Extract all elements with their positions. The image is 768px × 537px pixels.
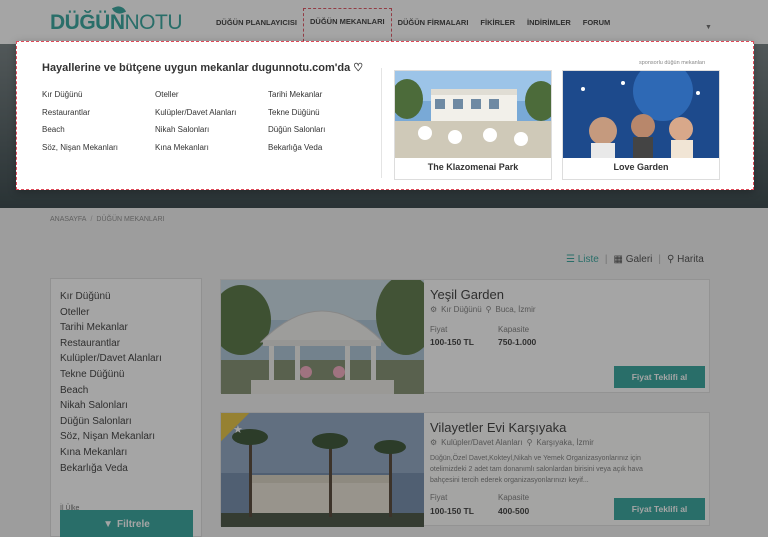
main-nav: DÜĞÜN PLANLAYICISI DÜĞÜN MEKANLARI DÜĞÜN… <box>210 0 617 47</box>
sidebar-item-nikah[interactable]: Nikah Salonları <box>60 400 128 411</box>
mega-link-kulupler[interactable]: Kulüpler/Davet Alanları <box>155 108 236 117</box>
capacity-label: Kapasite <box>498 493 530 502</box>
nav-ideas[interactable]: FİKİRLER <box>474 18 521 27</box>
filter-sidebar: Kır Düğünü Oteller Tarihi Mekanlar Resta… <box>50 278 202 537</box>
sponsor-card-klazomenai[interactable]: The Klazomenai Park <box>394 70 552 180</box>
venue-title[interactable]: Yeşil Garden <box>430 287 504 302</box>
star-icon: ★ <box>233 424 243 436</box>
capacity-label: Kapasite <box>498 325 530 334</box>
sidebar-item-kina[interactable]: Kına Mekanları <box>60 447 127 458</box>
capacity-value: 400-500 <box>498 506 530 516</box>
venue-photo[interactable] <box>221 280 424 394</box>
list-view-label: Liste <box>577 254 599 265</box>
mega-link-nikah[interactable]: Nikah Salonları <box>155 125 209 134</box>
grid-icon: ▦ <box>613 254 623 265</box>
sponsor-photo[interactable] <box>395 71 551 158</box>
listing-card[interactable]: ★ Vilayetler Evi Karşıyaka ⚙ Kulüpler/Da… <box>220 412 710 527</box>
sidebar-item-bekarliga-veda[interactable]: Bekarlığa Veda <box>60 463 128 474</box>
category-icon: ⚙ <box>430 305 438 314</box>
list-view-button[interactable]: ☰ Liste <box>566 254 599 265</box>
breadcrumb-home[interactable]: ANASAYFA <box>50 216 86 223</box>
breadcrumb-current: DÜĞÜN MEKANLARI <box>96 216 165 223</box>
listing-card[interactable]: Yeşil Garden ⚙ Kır Düğünü ⚲ Buca, İzmir … <box>220 279 710 394</box>
mega-link-tekne[interactable]: Tekne Düğünü <box>268 108 320 117</box>
divider: | <box>658 254 662 265</box>
venue-photo[interactable]: ★ <box>221 413 424 527</box>
mega-link-oteller[interactable]: Oteller <box>155 90 179 99</box>
sponsor-photo[interactable] <box>563 71 719 158</box>
venue-meta: ⚙ Kulüpler/Davet Alanları ⚲ Karşıyaka, İ… <box>430 438 594 447</box>
sidebar-item-kir-dugunu[interactable]: Kır Düğünü <box>60 291 111 302</box>
price-value: 100-150 TL <box>430 506 474 516</box>
category-icon: ⚙ <box>430 438 438 447</box>
mega-link-kina[interactable]: Kına Mekanları <box>155 143 209 152</box>
map-pin-icon: ⚲ <box>526 438 533 447</box>
view-switch: ☰ Liste | ▦ Galeri | ⚲ Harita <box>566 254 704 265</box>
venue-title[interactable]: Vilayetler Evi Karşıyaka <box>430 420 566 435</box>
sponsor-name[interactable]: The Klazomenai Park <box>395 162 551 172</box>
breadcrumb: ANASAYFA / DÜĞÜN MEKANLARI <box>50 216 164 223</box>
map-pin-icon: ⚲ <box>485 305 492 314</box>
site-header: DÜĞÜNNOTU DÜĞÜN PLANLAYICISI DÜĞÜN MEKAN… <box>0 0 768 47</box>
map-view-button[interactable]: ⚲ Harita <box>667 254 704 265</box>
nav-discounts[interactable]: İNDİRİMLER <box>521 18 577 27</box>
filter-button-label: Filtrele <box>117 518 150 530</box>
venue-location: Karşıyaka, İzmir <box>536 438 594 447</box>
nav-wedding-vendors[interactable]: DÜĞÜN FİRMALARI <box>392 18 475 27</box>
sidebar-item-tekne[interactable]: Tekne Düğünü <box>60 369 125 380</box>
gallery-view-label: Galeri <box>625 254 653 265</box>
nav-wedding-planner[interactable]: DÜĞÜN PLANLAYICISI <box>210 18 303 27</box>
sidebar-item-tarihi[interactable]: Tarihi Mekanlar <box>60 322 128 333</box>
map-view-label: Harita <box>677 254 704 265</box>
gallery-view-button[interactable]: ▦ Galeri <box>613 254 652 265</box>
venue-location: Buca, İzmir <box>495 305 536 314</box>
featured-ribbon: ★ <box>221 413 261 453</box>
price-label: Fiyat <box>430 325 448 334</box>
sidebar-item-oteller[interactable]: Oteller <box>60 307 89 318</box>
map-pin-icon: ⚲ <box>667 254 675 265</box>
mega-link-dugun-salonlari[interactable]: Düğün Salonları <box>268 125 325 134</box>
venue-meta: ⚙ Kır Düğünü ⚲ Buca, İzmir <box>430 305 536 314</box>
mega-link-tarihi[interactable]: Tarihi Mekanlar <box>268 90 322 99</box>
chevron-down-icon[interactable]: ▼ <box>705 24 712 31</box>
sidebar-item-kulupler[interactable]: Kulüpler/Davet Alanları <box>60 353 162 364</box>
venue-description: Düğün,Özel Davet,Kokteyl,Nikah ve Yemek … <box>430 455 643 484</box>
get-quote-button[interactable]: Fiyat Teklifi al <box>614 366 705 388</box>
sponsored-label: sponsorlu düğün mekanları <box>639 60 706 66</box>
sponsor-card-love-garden[interactable]: Love Garden <box>562 70 720 180</box>
price-value: 100-150 TL <box>430 337 474 347</box>
mega-menu-title: Hayallerine ve bütçene uygun mekanlar du… <box>42 62 364 74</box>
mega-link-bekarliga-veda[interactable]: Bekarlığa Veda <box>268 143 322 152</box>
sidebar-item-dugun-salonlari[interactable]: Düğün Salonları <box>60 416 132 427</box>
capacity-value: 750-1.000 <box>498 337 537 347</box>
divider: | <box>604 254 608 265</box>
nav-forum[interactable]: FORUM <box>577 18 617 27</box>
sidebar-item-soz-nisan[interactable]: Söz, Nişan Mekanları <box>60 431 155 442</box>
list-icon: ☰ <box>566 254 575 265</box>
sidebar-item-beach[interactable]: Beach <box>60 385 88 396</box>
mega-menu-divider <box>381 68 382 178</box>
mega-link-kir-dugunu[interactable]: Kır Düğünü <box>42 90 82 99</box>
venue-category: Kulüpler/Davet Alanları <box>441 438 523 447</box>
sponsor-name[interactable]: Love Garden <box>563 162 719 172</box>
filter-icon: ▼ <box>103 518 114 530</box>
filter-button[interactable]: ▼ Filtrele <box>60 510 193 537</box>
mega-link-soz-nisan[interactable]: Söz, Nişan Mekanları <box>42 143 118 152</box>
breadcrumb-separator: / <box>90 216 93 223</box>
venue-category: Kır Düğünü <box>441 305 482 314</box>
sidebar-item-restaurantlar[interactable]: Restaurantlar <box>60 338 120 349</box>
price-label: Fiyat <box>430 493 448 502</box>
site-logo[interactable]: DÜĞÜNNOTU <box>50 11 182 35</box>
logo-text-main: DÜĞÜN <box>50 11 125 34</box>
mega-link-restaurantlar[interactable]: Restaurantlar <box>42 108 90 117</box>
mega-link-beach[interactable]: Beach <box>42 125 65 134</box>
get-quote-button[interactable]: Fiyat Teklifi al <box>614 498 705 520</box>
venues-mega-menu: Hayallerine ve bütçene uygun mekanlar du… <box>16 41 754 190</box>
logo-text-second: NOTU <box>124 11 183 34</box>
